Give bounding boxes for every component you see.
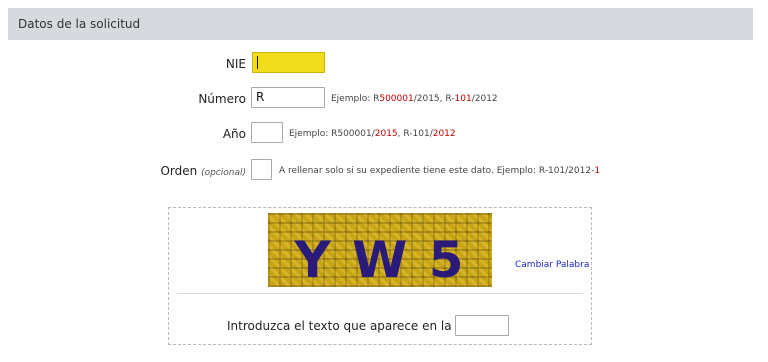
- captcha-image: Y W 5: [268, 213, 492, 287]
- orden-input[interactable]: [251, 159, 272, 180]
- change-word-link[interactable]: Cambiar Palabra: [515, 260, 589, 270]
- captcha-input[interactable]: [455, 315, 509, 336]
- nie-input[interactable]: [252, 52, 325, 73]
- numero-row: Número R Ejemplo: R500001/2015, R-101/20…: [0, 87, 768, 111]
- numero-hint: Ejemplo: R500001/2015, R-101/2012: [331, 94, 498, 104]
- orden-label: Orden (opcional): [160, 164, 246, 178]
- captcha-divider: [177, 293, 583, 294]
- orden-hint: A rellenar solo si su expediente tiene e…: [279, 166, 601, 176]
- captcha-text: Y W 5: [294, 231, 466, 287]
- optional-note: (opcional): [201, 168, 246, 178]
- orden-row: Orden (opcional) A rellenar solo si su e…: [0, 159, 768, 183]
- anio-input[interactable]: [251, 122, 283, 143]
- numero-label: Número: [198, 92, 246, 106]
- nie-row: NIE: [0, 52, 768, 76]
- section-title: Datos de la solicitud: [18, 17, 141, 31]
- section-header: Datos de la solicitud: [8, 8, 753, 40]
- anio-row: Año Ejemplo: R500001/2015, R-101/2012: [0, 122, 768, 146]
- anio-hint: Ejemplo: R500001/2015, R-101/2012: [289, 129, 456, 139]
- numero-input[interactable]: R: [251, 87, 325, 108]
- captcha-letters: Y W 5: [294, 231, 466, 287]
- anio-label: Año: [222, 127, 246, 141]
- captcha-panel: Y W 5 Cambiar Palabra Introduzca el text…: [168, 207, 592, 345]
- nie-label: NIE: [225, 57, 246, 71]
- text-caret: [257, 56, 258, 69]
